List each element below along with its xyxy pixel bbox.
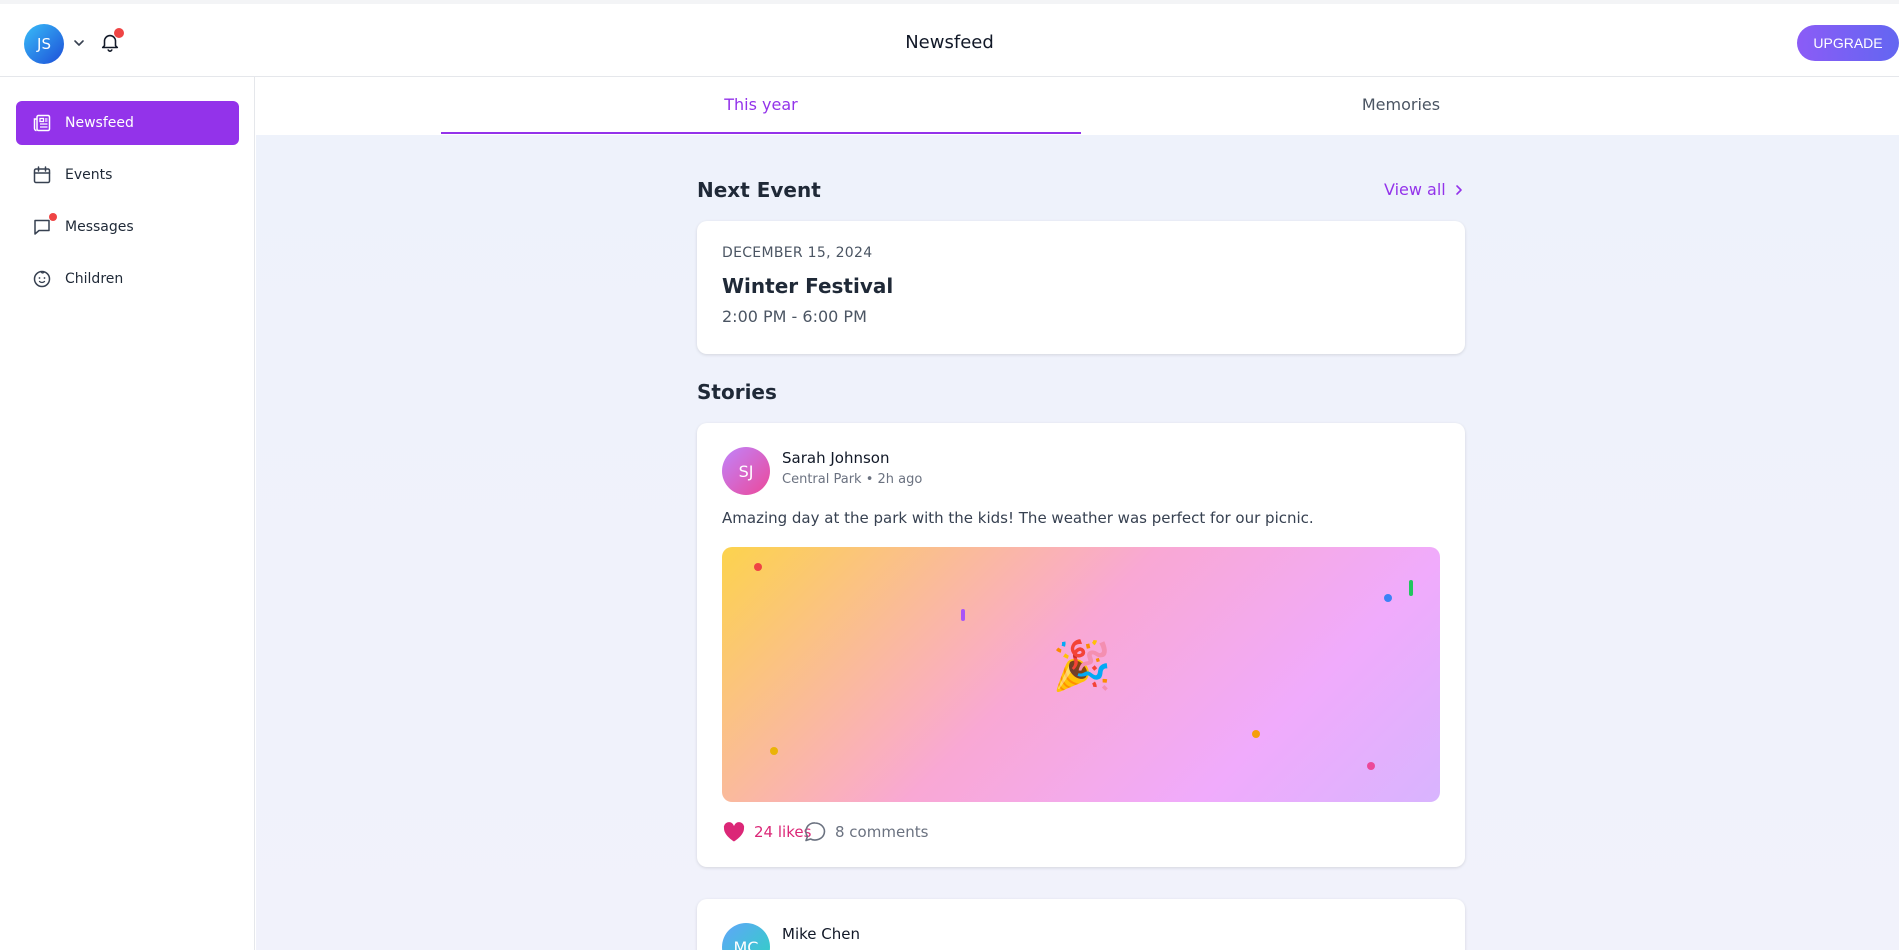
confetti-dot <box>961 609 965 621</box>
story-card: SJ Sarah Johnson Central Park • 2h ago A… <box>697 423 1465 867</box>
event-title: Winter Festival <box>722 274 894 298</box>
active-tab-indicator <box>441 132 1081 134</box>
next-event-heading: Next Event <box>697 178 821 202</box>
confetti-dot <box>1384 594 1392 602</box>
story-author[interactable]: Mike Chen <box>782 925 860 943</box>
event-time: 2:00 PM - 6:00 PM <box>722 307 867 326</box>
page-title: Newsfeed <box>905 32 994 53</box>
sidebar-item-newsfeed[interactable]: Newsfeed <box>16 101 239 145</box>
story-card: MC Mike Chen <box>697 899 1465 950</box>
party-popper-icon: 🎉 <box>1052 638 1112 694</box>
chat-icon <box>34 219 50 235</box>
stories-heading: Stories <box>697 380 777 404</box>
newspaper-icon <box>33 114 51 132</box>
heart-icon <box>723 822 745 842</box>
event-card[interactable]: DECEMBER 15, 2024 Winter Festival 2:00 P… <box>697 221 1465 354</box>
story-meta: Central Park • 2h ago <box>782 472 923 487</box>
calendar-icon <box>33 166 51 184</box>
main-content: This year Memories Next Event View all D… <box>256 77 1899 950</box>
sidebar-item-children[interactable]: Children <box>16 257 239 301</box>
confetti-dot <box>770 747 778 755</box>
sidebar-item-events[interactable]: Events <box>16 153 239 197</box>
sidebar-item-messages[interactable]: Messages <box>16 205 239 249</box>
baby-icon <box>33 270 51 288</box>
story-image[interactable]: 🎉 <box>722 547 1440 802</box>
confetti-dot <box>1409 580 1413 596</box>
chevron-right-icon <box>1455 184 1462 195</box>
avatar[interactable]: SJ <box>722 447 770 495</box>
event-date: DECEMBER 15, 2024 <box>722 245 873 261</box>
tab-this-year[interactable]: This year <box>441 95 1081 114</box>
confetti-dot <box>754 563 762 571</box>
sidebar-item-label: Events <box>65 167 113 183</box>
comments-count: 8 comments <box>835 823 929 841</box>
upgrade-button[interactable]: UPGRADE <box>1797 25 1899 61</box>
sidebar: Newsfeed Events Messages Children <box>0 77 255 950</box>
sidebar-item-label: Children <box>65 271 124 287</box>
sidebar-item-label: Messages <box>65 219 134 235</box>
messages-badge <box>49 213 57 221</box>
view-all-label: View all <box>1384 180 1446 199</box>
comment-button[interactable]: 8 comments <box>803 821 928 843</box>
story-author[interactable]: Sarah Johnson <box>782 449 889 467</box>
tab-bar: This year Memories <box>256 77 1899 135</box>
story-text: Amazing day at the park with the kids! T… <box>722 509 1314 527</box>
confetti-dot <box>1367 762 1375 770</box>
view-all-link[interactable]: View all <box>1384 180 1466 199</box>
avatar[interactable]: MC <box>722 923 770 950</box>
confetti-dot <box>1252 730 1260 738</box>
like-button[interactable]: 24 likes <box>722 821 811 843</box>
comment-icon <box>805 822 826 842</box>
top-bar: JS Newsfeed UPGRADE <box>0 0 1899 77</box>
tab-memories[interactable]: Memories <box>1081 95 1721 114</box>
sidebar-item-label: Newsfeed <box>65 115 134 131</box>
